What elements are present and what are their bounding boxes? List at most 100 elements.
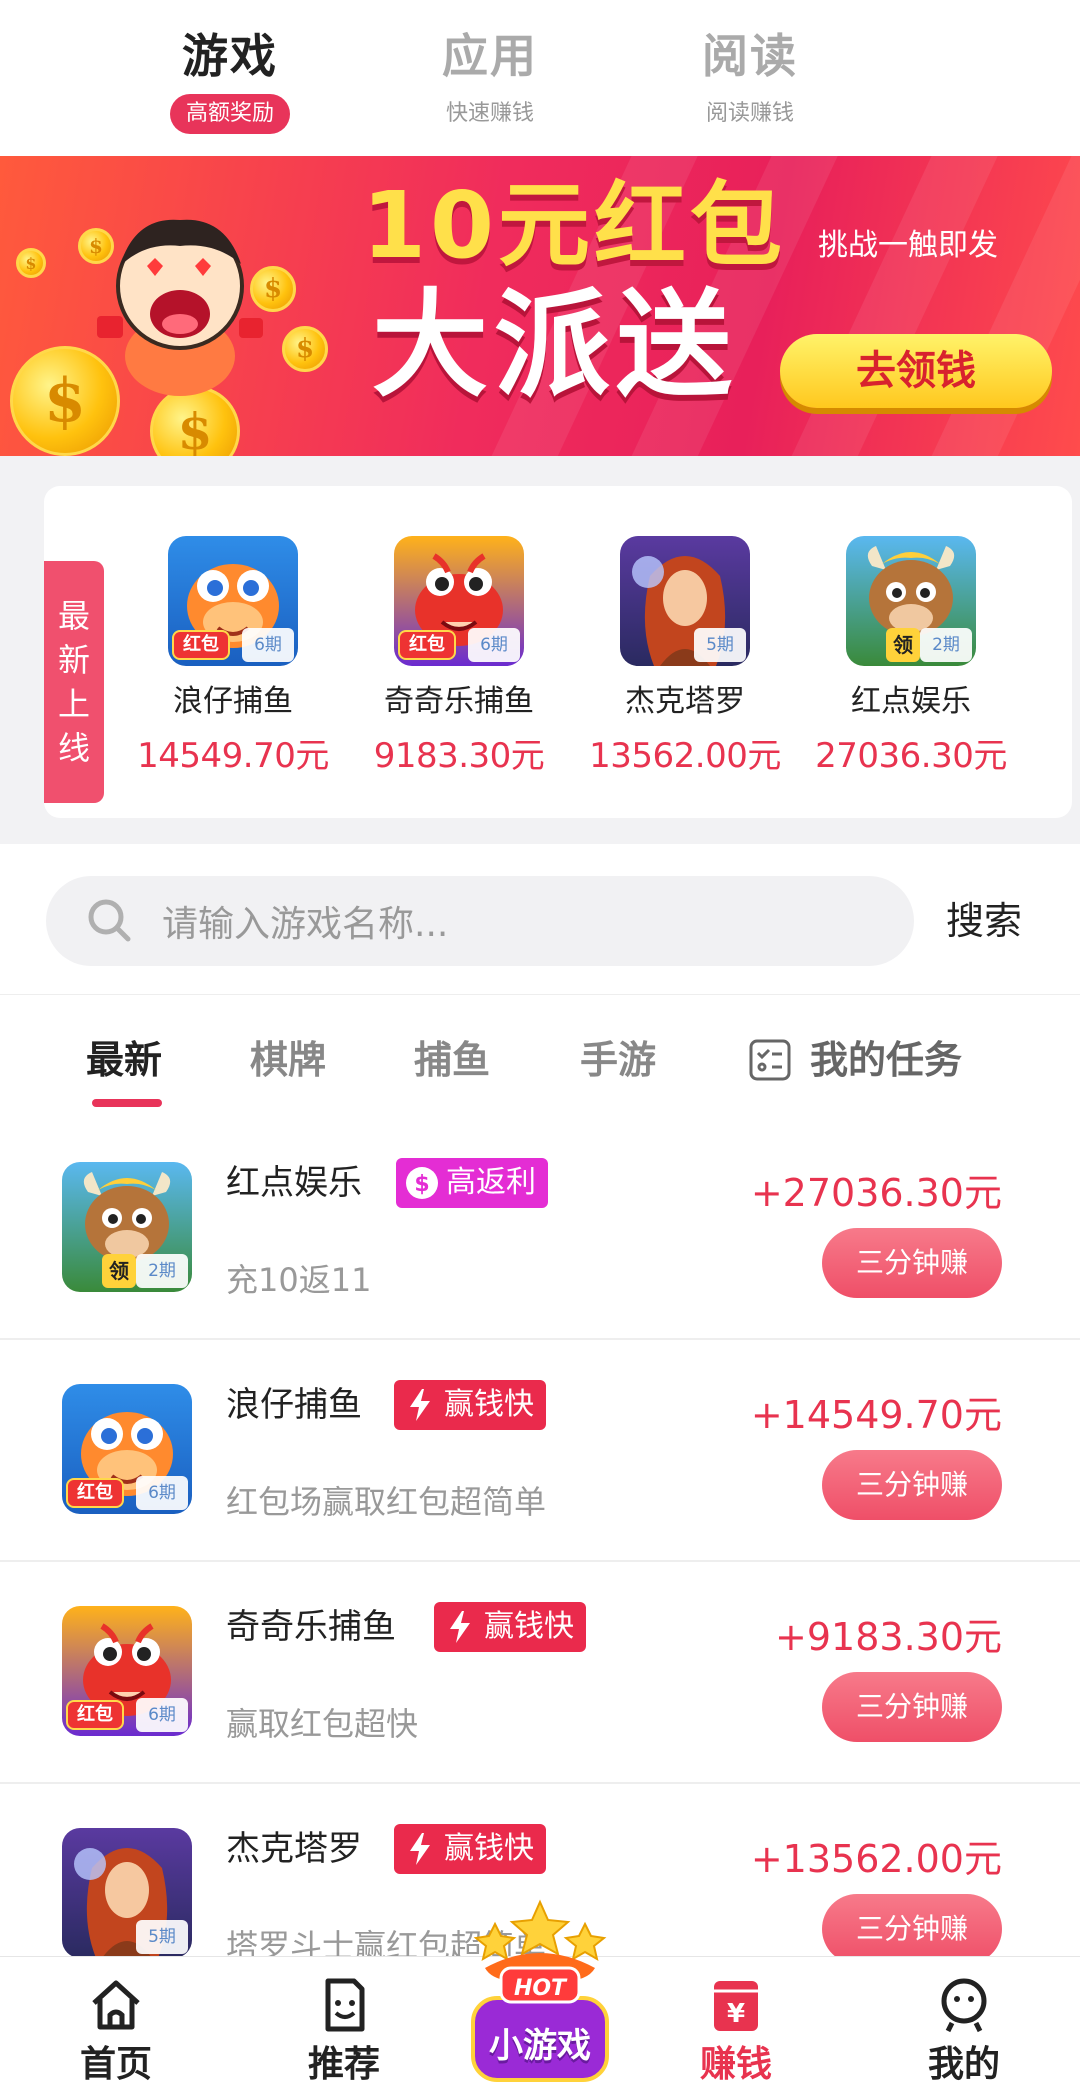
coin-icon: $ (282, 326, 328, 372)
game-reward-amount: +27036.30元 (750, 1171, 1002, 1215)
tarot-girl-icon: 5期 (620, 536, 750, 666)
lightning-icon (410, 1389, 430, 1421)
promo-banner[interactable]: $ $ $ $ $ $ 10元红包 大派送 挑战一触即发 去领钱 (0, 156, 1080, 456)
lightning-icon (450, 1611, 470, 1643)
period-badge: 2期 (136, 1254, 188, 1288)
earn-in-three-minutes-button[interactable]: 三分钟赚 (822, 1450, 1002, 1520)
nav-profile[interactable]: 我的 (894, 1975, 1034, 2087)
game-description: 赢取红包超快 (226, 1705, 419, 1743)
tab-apps-title: 应用 (442, 29, 538, 83)
game-row[interactable]: 红包 6期 奇奇乐捕鱼 赢钱快 赢取红包超快 +9183.30元 三分钟赚 (0, 1562, 1080, 1784)
fast-win-tag: 赢钱快 (394, 1380, 546, 1430)
tab-latest[interactable]: 最新 (86, 1035, 162, 1085)
new-online-card: 最 新 上 线 红包 6期 浪仔捕鱼 14549.70元 红包 6期 奇奇乐捕鱼… (44, 486, 1072, 818)
banner-headline: 10元红包 (362, 172, 787, 279)
new-online-item[interactable]: 领 2期 红点娱乐 27036.30元 (798, 536, 1024, 806)
svg-text:$: $ (414, 1172, 429, 1197)
game-reward-amount: +14549.70元 (750, 1393, 1002, 1437)
search-icon (88, 899, 131, 942)
mini-game-button[interactable]: HOT 小游戏 (455, 1898, 625, 2088)
period-badge: 6期 (468, 628, 520, 662)
coin-icon: $ (16, 248, 46, 278)
tab-my-tasks-label: 我的任务 (810, 1038, 963, 1082)
new-online-item[interactable]: 红包 6期 奇奇乐捕鱼 9183.30元 (346, 536, 572, 806)
tab-my-tasks[interactable]: 我的任务 (748, 1035, 962, 1085)
tab-apps[interactable]: 应用 快速赚钱 (360, 0, 620, 156)
dollar-icon: $ (406, 1167, 438, 1199)
nav-earn[interactable]: ¥ 赚钱 (666, 1975, 806, 2087)
recommend-icon (325, 1978, 365, 2032)
active-tab-indicator (92, 1099, 162, 1107)
profile-icon (941, 1978, 987, 2033)
game-description: 充10返11 (226, 1261, 372, 1299)
tag-label: 赢钱快 (444, 1387, 534, 1422)
mascot-illustration (97, 219, 263, 396)
period-badge: 5期 (694, 628, 746, 662)
bull-mascot-icon: 领 2期 (62, 1162, 192, 1292)
tarot-girl-icon: 5期 (62, 1828, 192, 1956)
yuan-icon: ¥ (714, 1981, 758, 2031)
game-description: 红包场赢取红包超简单 (226, 1483, 547, 1521)
tab-reading-subtitle: 阅读赚钱 (705, 101, 794, 126)
nav-home-label: 首页 (79, 2044, 152, 2085)
tab-reading-title: 阅读 (702, 29, 798, 83)
period-badge: 6期 (242, 628, 294, 662)
tag-label: 高返利 (446, 1165, 536, 1200)
hot-badge: HOT (513, 1976, 567, 2001)
red-packet-badge: 红包 (398, 630, 456, 660)
search-button[interactable]: 搜索 (946, 896, 1022, 946)
fish-mascot-icon: 红包 6期 (62, 1384, 192, 1514)
search-input[interactable]: 请输入游戏名称... (46, 876, 914, 966)
period-badge: 2期 (920, 628, 972, 662)
tab-fishing[interactable]: 捕鱼 (414, 1035, 490, 1085)
game-row[interactable]: 红包 6期 浪仔捕鱼 赢钱快 红包场赢取红包超简单 +14549.70元 三分钟… (0, 1340, 1080, 1562)
tab-mobile-games[interactable]: 手游 (580, 1035, 656, 1085)
red-packet-badge: 红包 (66, 1700, 124, 1730)
game-name: 红点娱乐 (226, 1163, 362, 1203)
nav-home[interactable]: 首页 (46, 1975, 186, 2087)
game-row[interactable]: 领 2期 红点娱乐 $ 高返利 充10返11 +27036.30元 三分钟赚 (0, 1118, 1080, 1340)
new-online-item-amount: 14549.70元 (137, 736, 329, 776)
tab-chess-cards[interactable]: 棋牌 (250, 1035, 326, 1085)
tab-games[interactable]: 游戏 高额奖励 (100, 0, 360, 156)
coin-icon: $ (150, 386, 240, 456)
banner-subheadline: 大派送 (372, 278, 738, 413)
tab-apps-subtitle: 快速赚钱 (445, 101, 534, 126)
nav-recommend[interactable]: 推荐 (274, 1975, 414, 2087)
new-online-item-amount: 13562.00元 (589, 736, 781, 776)
period-badge: 5期 (136, 1920, 188, 1954)
new-online-label-char: 最 (57, 597, 90, 635)
earn-in-three-minutes-button[interactable]: 三分钟赚 (822, 1894, 1002, 1956)
game-name: 浪仔捕鱼 (226, 1385, 362, 1425)
claim-badge: 领 (102, 1254, 136, 1288)
fast-win-tag: 赢钱快 (434, 1602, 586, 1652)
fish-mascot-icon: 红包 6期 (168, 536, 298, 666)
nav-recommend-label: 推荐 (307, 2044, 380, 2085)
game-name: 奇奇乐捕鱼 (226, 1607, 396, 1647)
tab-games-subtitle: 高额奖励 (169, 94, 290, 134)
new-online-item[interactable]: 红包 6期 浪仔捕鱼 14549.70元 (120, 536, 346, 806)
new-online-item-name: 奇奇乐捕鱼 (384, 684, 534, 719)
new-online-item[interactable]: 5期 杰克塔罗 13562.00元 (572, 536, 798, 806)
new-online-item-name: 浪仔捕鱼 (173, 684, 293, 719)
earn-in-three-minutes-button[interactable]: 三分钟赚 (822, 1228, 1002, 1298)
claim-badge: 领 (886, 628, 920, 662)
earn-in-three-minutes-button[interactable]: 三分钟赚 (822, 1672, 1002, 1742)
new-online-item-name: 杰克塔罗 (625, 684, 745, 719)
get-money-button[interactable]: 去领钱 (780, 334, 1052, 408)
tab-reading[interactable]: 阅读 阅读赚钱 (620, 0, 880, 156)
new-online-item-name: 红点娱乐 (851, 684, 971, 719)
red-packet-badge: 红包 (172, 630, 230, 660)
banner-challenge-text: 挑战一触即发 (818, 228, 998, 263)
svg-text:¥: ¥ (727, 1999, 745, 2029)
game-reward-amount: +13562.00元 (750, 1837, 1002, 1881)
new-online-label-char: 上 (57, 685, 90, 723)
tab-games-title: 游戏 (182, 29, 278, 83)
crab-mascot-icon: 红包 6期 (394, 536, 524, 666)
mini-game-label: 小游戏 (489, 2026, 591, 2066)
category-tab-bar: 最新 棋牌 捕鱼 手游 我的任务 (0, 994, 1080, 1118)
new-online-label: 最 新 上 线 (44, 561, 104, 803)
search-bar: 请输入游戏名称... 搜索 (0, 844, 1080, 994)
game-reward-amount: +9183.30元 (775, 1615, 1002, 1659)
new-online-list: 红包 6期 浪仔捕鱼 14549.70元 红包 6期 奇奇乐捕鱼 9183.30… (120, 536, 1064, 806)
